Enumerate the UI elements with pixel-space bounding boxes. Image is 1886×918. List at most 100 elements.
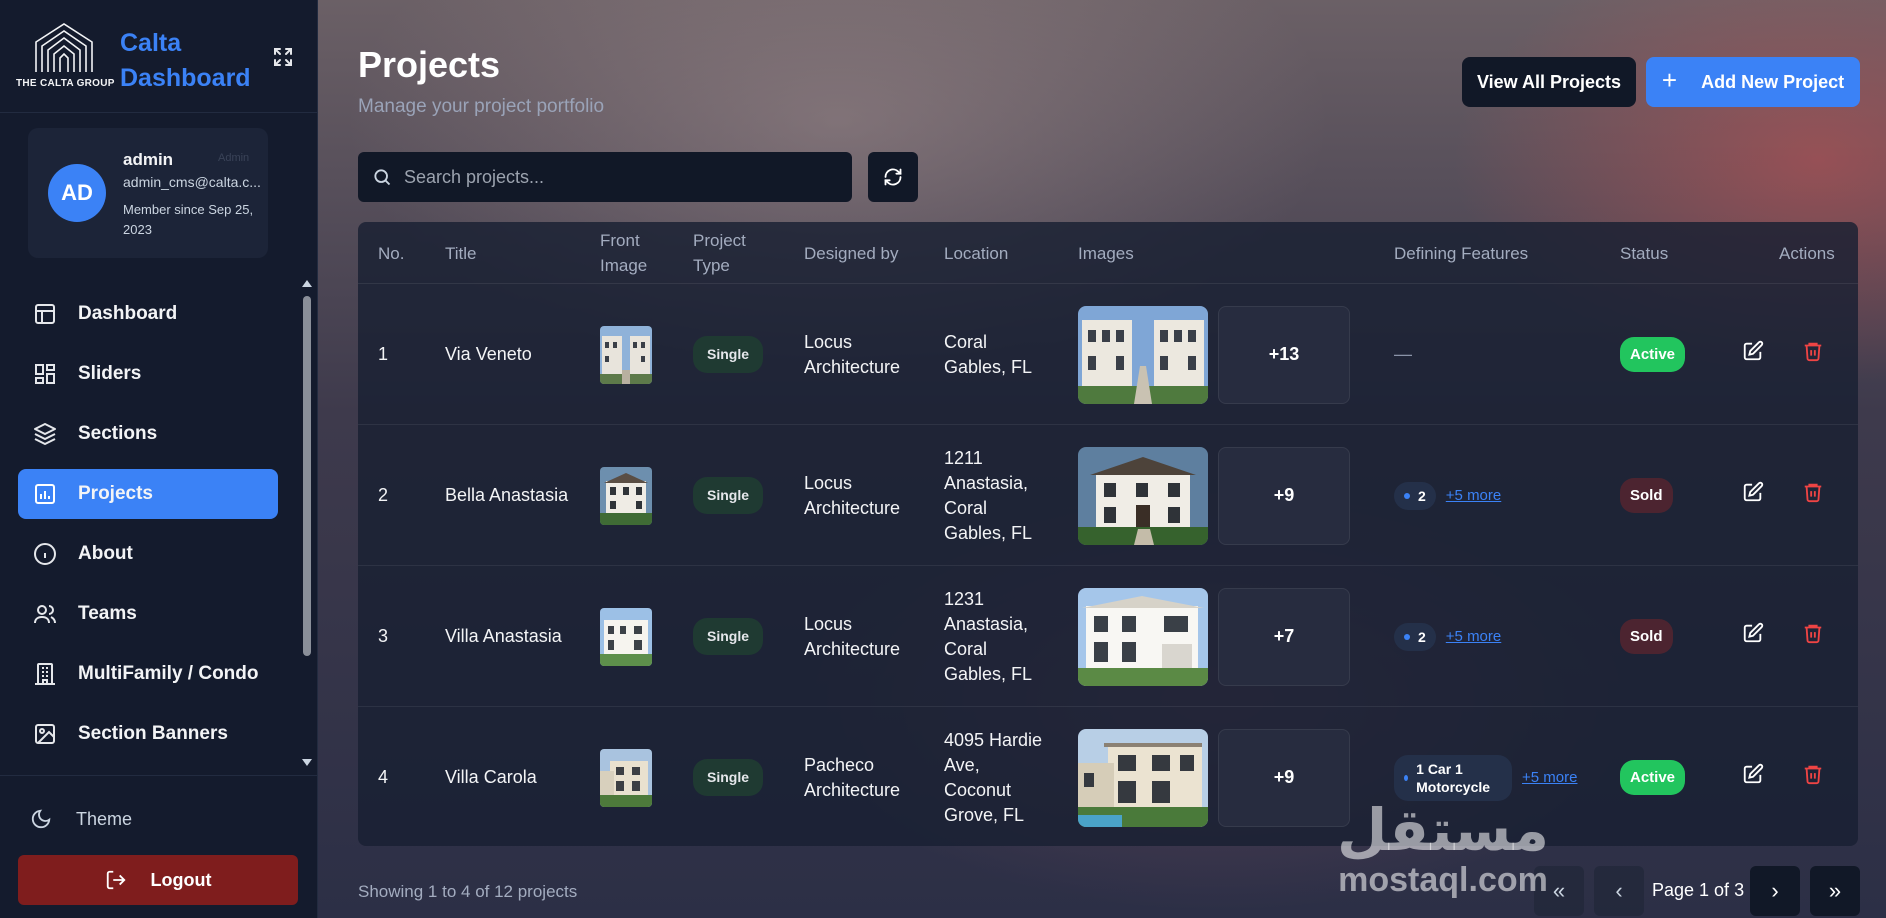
project-image[interactable] [1078, 728, 1208, 827]
more-images[interactable]: +7 [1218, 587, 1350, 686]
sidebar-item-label: Projects [78, 483, 153, 504]
sidebar-item-sliders[interactable]: Sliders [18, 349, 278, 399]
row-number: 1 [378, 344, 389, 364]
row-number: 4 [378, 767, 389, 787]
double-chevron-right-icon: » [1828, 878, 1842, 903]
location: 4095 Hardie Ave, Coconut Grove, FL [944, 729, 1043, 825]
table-row[interactable]: 4 Villa Carola Single Pacheco Architectu… [358, 707, 1858, 846]
sidebar-item-label: About [78, 543, 133, 564]
front-image[interactable] [600, 707, 652, 846]
more-images[interactable]: +9 [1218, 446, 1350, 545]
sidebar-item-teams[interactable]: Teams [18, 589, 278, 639]
front-image[interactable] [600, 425, 652, 566]
table-row[interactable]: 1 Via Veneto Single Locus Architecture C… [358, 284, 1858, 425]
features-more-link[interactable]: +5 more [1446, 624, 1501, 649]
table-row[interactable]: 3 Villa Anastasia Single Locus Architect… [358, 566, 1858, 707]
front-image-thumb [600, 466, 652, 525]
front-image[interactable] [600, 566, 652, 707]
front-image[interactable] [600, 284, 652, 425]
status-badge: Sold [1620, 619, 1673, 654]
scroll-down-icon[interactable] [302, 759, 312, 766]
row-number: 2 [378, 485, 389, 505]
watermark-arabic: مستقل [1336, 796, 1550, 864]
sidebar-item-label: Section Banners [78, 723, 228, 744]
profile-card: AD admin Admin admin_cms@calta.c... Memb… [28, 128, 268, 258]
profile-name: admin [123, 150, 174, 169]
divider [0, 775, 318, 776]
grid-icon [32, 361, 58, 387]
project-title: Bella Anastasia [445, 485, 569, 505]
features-more-link[interactable]: +5 more [1446, 483, 1501, 508]
view-all-projects-button[interactable]: View All Projects [1462, 57, 1636, 107]
next-page-button[interactable]: › [1750, 866, 1800, 916]
expand-icon[interactable] [272, 46, 294, 68]
scroll-up-icon[interactable] [302, 280, 312, 287]
prev-page-button[interactable]: ‹ [1594, 866, 1644, 916]
plus-icon: + [1661, 64, 1678, 95]
images-cell: +9 [1078, 425, 1350, 566]
sidebar-item-dashboard[interactable]: Dashboard [18, 289, 278, 339]
project-title: Via Veneto [445, 344, 532, 364]
project-type-cell: Single [693, 425, 764, 566]
page-indicator: Page 1 of 3 [1652, 880, 1745, 900]
location: 1211 Anastasia, Coral Gables, FL [944, 447, 1033, 543]
sidebar-nav: Dashboard Sliders Sections Projects Abou… [18, 289, 278, 769]
delete-icon[interactable] [1802, 622, 1826, 646]
delete-icon[interactable] [1802, 481, 1826, 505]
delete-icon[interactable] [1802, 340, 1826, 364]
search-input[interactable] [404, 166, 834, 188]
page-title: Projects [358, 44, 501, 85]
status-cell: Active [1620, 707, 1686, 846]
avatar: AD [48, 164, 106, 222]
more-images[interactable]: +13 [1218, 305, 1350, 404]
last-page-button[interactable]: » [1810, 866, 1860, 916]
features-more-link[interactable]: +5 more [1522, 765, 1577, 790]
column-header: Location [944, 243, 1009, 263]
edit-icon[interactable] [1742, 622, 1766, 646]
theme-label: Theme [76, 808, 133, 829]
sidebar-item-sections[interactable]: Sections [18, 409, 278, 459]
feature-dot-icon [1404, 774, 1409, 781]
feature-chip: 1 Car 1 Motorcycle [1394, 754, 1512, 801]
project-title: Villa Anastasia [445, 626, 562, 646]
refresh-icon [884, 168, 902, 186]
search-icon [372, 167, 392, 187]
edit-icon[interactable] [1742, 763, 1766, 787]
info-icon [32, 541, 58, 567]
scroll-thumb[interactable] [303, 296, 311, 656]
theme-toggle[interactable]: Theme [30, 808, 132, 830]
sidebar: THE CALTA GROUP Calta Dashboard AD admin… [0, 0, 318, 918]
column-header: Designed by [804, 243, 899, 263]
column-header: Status [1620, 243, 1669, 263]
building-icon [32, 661, 58, 687]
brand: THE CALTA GROUP Calta Dashboard [16, 22, 316, 114]
edit-icon[interactable] [1742, 481, 1766, 505]
logout-button[interactable]: Logout [18, 855, 298, 905]
profile-member-since: Member since Sep 25, 2023 [123, 202, 254, 237]
sidebar-item-about[interactable]: About [18, 529, 278, 579]
projects-table: No. Title Front Image Project Type Desig… [358, 222, 1858, 846]
column-header: Title [445, 243, 477, 263]
delete-icon[interactable] [1802, 763, 1826, 787]
add-new-project-button[interactable]: + Add New Project [1646, 57, 1860, 107]
edit-icon[interactable] [1742, 340, 1766, 364]
project-image[interactable] [1078, 305, 1208, 404]
brand-title: Calta Dashboard [120, 29, 251, 92]
watermark-latin: mostaql.com [1338, 861, 1548, 899]
sidebar-item-projects[interactable]: Projects [18, 469, 278, 519]
feature-dot-icon [1404, 492, 1410, 499]
sidebar-scrollbar[interactable] [300, 276, 314, 770]
calta-logo[interactable]: THE CALTA GROUP [16, 22, 114, 94]
front-image-thumb [600, 607, 652, 666]
logout-label: Logout [150, 869, 212, 890]
refresh-button[interactable] [868, 152, 918, 202]
feature-value: 1 Car 1 Motorcycle [1416, 760, 1491, 795]
project-image[interactable] [1078, 446, 1208, 545]
images-cell: +13 [1078, 284, 1350, 425]
sidebar-item-section-banners[interactable]: Section Banners [18, 709, 278, 759]
search-box[interactable] [358, 152, 852, 202]
project-image[interactable] [1078, 587, 1208, 686]
table-row[interactable]: 2 Bella Anastasia Single Locus Architect… [358, 425, 1858, 566]
project-type-badge: Single [693, 618, 764, 655]
sidebar-item-multifamily[interactable]: MultiFamily / Condo [18, 649, 278, 699]
